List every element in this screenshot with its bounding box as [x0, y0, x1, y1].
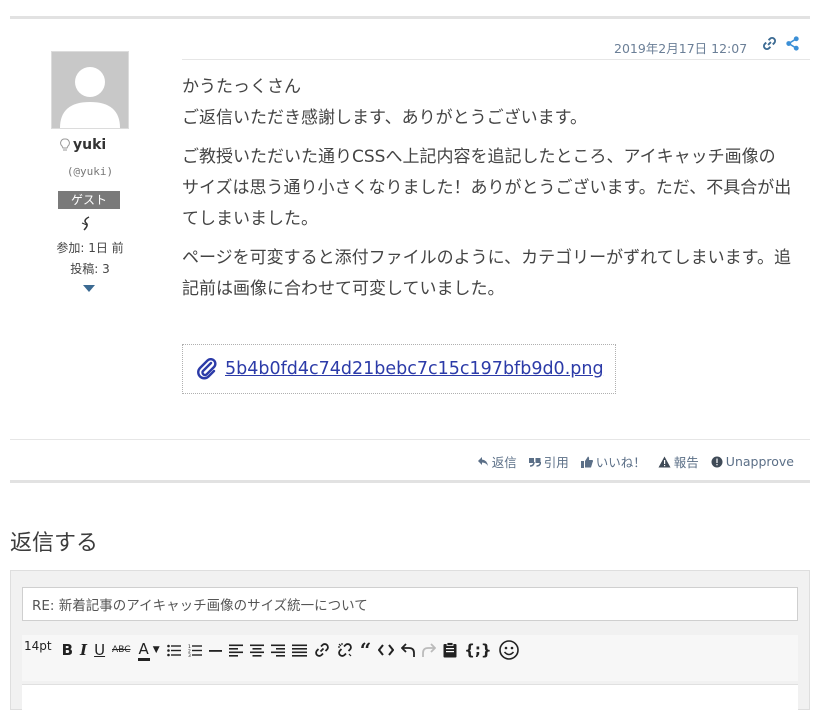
report-action-label: 報告 [673, 455, 699, 470]
post-date: 2019年2月17日 12:07 [614, 41, 748, 56]
blockquote-icon[interactable]: “ [360, 638, 372, 662]
report-action[interactable]: 報告 [658, 452, 699, 471]
editor-toolbar: 14pt B I U ABC A ▼ 123 “ {;} [22, 635, 798, 681]
reply-heading: 返信する [10, 531, 99, 556]
horizontal-rule-icon[interactable] [208, 639, 222, 661]
post-actions: 返信 引用 いいね！ 報告 Unapprove [477, 452, 794, 471]
paperclip-icon [197, 358, 217, 380]
emoji-icon[interactable] [498, 639, 519, 661]
post-paragraph: かうたっくさん [182, 77, 301, 97]
reply-action-label: 返信 [491, 455, 517, 470]
numbered-list-icon[interactable]: 123 [188, 639, 202, 661]
expand-author-arrow-icon[interactable] [83, 285, 95, 292]
unapprove-action-label: Unapprove [725, 454, 794, 469]
align-center-icon[interactable] [249, 639, 264, 661]
link-icon[interactable] [762, 36, 777, 51]
author-handle: (@yuki) [66, 165, 114, 178]
underline-icon[interactable]: U [94, 639, 105, 661]
insert-link-icon[interactable] [314, 639, 330, 661]
shortcode-icon[interactable]: {;} [464, 639, 491, 661]
post-paragraph: ご教授いただいた通りCSSへ上記内容を追記したところ、アイキャッチ画像のサイズは… [182, 147, 792, 229]
quote-action[interactable]: 引用 [528, 452, 569, 471]
unapprove-action[interactable]: Unapprove [711, 452, 794, 471]
redo-icon[interactable] [422, 639, 437, 661]
bullet-list-icon[interactable] [166, 639, 181, 661]
post-header-divider [182, 59, 810, 60]
reply-editor: 14pt B I U ABC A ▼ 123 [10, 570, 810, 725]
post-paragraph: ページを可変すると添付ファイルのように、カテゴリーがずれてしまいます。追記前は画… [182, 248, 791, 299]
align-right-icon[interactable] [270, 639, 285, 661]
thumbs-up-icon [580, 456, 593, 468]
chevron-down-icon[interactable]: ▼ [153, 639, 160, 661]
reply-title-input[interactable] [22, 587, 798, 621]
code-icon[interactable] [378, 639, 395, 661]
reply-icon [477, 457, 488, 466]
align-justify-icon[interactable] [291, 639, 307, 661]
post-footer-divider [10, 439, 810, 440]
default-avatar-icon [60, 67, 120, 128]
author-post-count: 投稿: 3 [70, 262, 110, 276]
warning-icon [658, 456, 671, 467]
undo-icon[interactable] [401, 639, 416, 661]
top-nav-clipped [560, 0, 564, 5]
font-size-select[interactable]: 14pt [24, 639, 52, 661]
quote-icon [528, 458, 541, 467]
post-content: かうたっくさん ご返信いただき感謝します、ありがとうございます。 ご教授いただい… [182, 72, 792, 313]
bulb-icon [60, 138, 70, 151]
avatar[interactable] [51, 51, 129, 129]
like-action-label: いいね！ [595, 455, 646, 470]
text-color-icon[interactable]: A [137, 639, 150, 661]
paste-icon[interactable] [443, 639, 457, 661]
post-bottom-divider [10, 480, 810, 483]
bold-icon[interactable]: B [62, 639, 73, 661]
top-divider [10, 16, 810, 19]
strikethrough-icon[interactable]: ABC [112, 639, 130, 661]
like-action[interactable]: いいね！ [580, 452, 646, 471]
unlink-icon[interactable] [337, 639, 353, 661]
reply-action[interactable]: 返信 [477, 452, 517, 471]
post-tools [762, 36, 800, 51]
role-badge: ゲスト [58, 191, 120, 209]
attachment-link[interactable]: 5b4b0fd4c74d21bebc7c15c197bfb9d0.png [225, 359, 604, 379]
exclamation-circle-icon [711, 456, 723, 467]
quote-action-label: 引用 [543, 455, 569, 470]
svg-text:3: 3 [188, 653, 191, 657]
attachment-box: 5b4b0fd4c74d21bebc7c15c197bfb9d0.png [182, 344, 616, 394]
share-icon[interactable] [785, 36, 800, 51]
rank-icon [80, 216, 94, 236]
reply-content-editor[interactable] [22, 684, 798, 725]
italic-icon[interactable]: I [80, 639, 87, 661]
align-left-icon[interactable] [228, 639, 243, 661]
author-name-label: yuki [73, 137, 107, 153]
post-paragraph: ご返信いただき感謝します、ありがとうございます。 [182, 108, 587, 128]
author-joined: 参加: 1日 前 [56, 241, 124, 255]
author-name[interactable]: yuki [60, 137, 106, 153]
